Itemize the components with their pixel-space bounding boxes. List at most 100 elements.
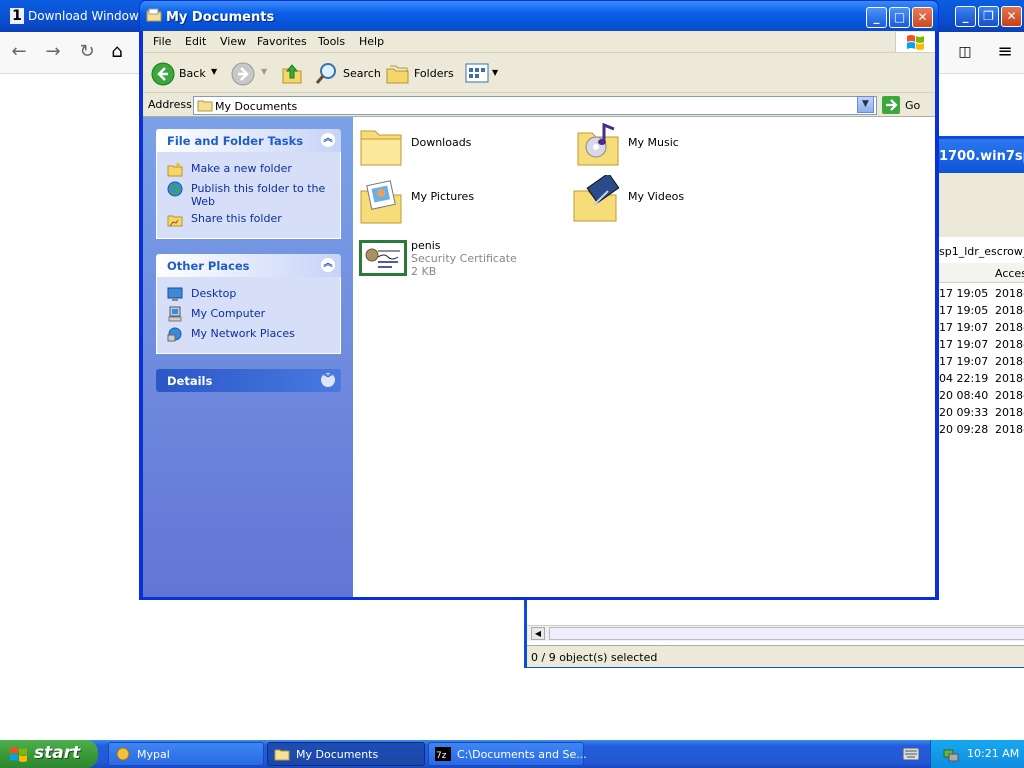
maximize-button[interactable]: □ xyxy=(889,7,910,28)
windows-logo-icon xyxy=(895,32,935,52)
mypal-icon xyxy=(116,747,130,761)
expand-chevron-icon[interactable]: ︾ xyxy=(321,373,335,387)
folder-taskbar-icon xyxy=(274,749,290,761)
table-row[interactable]: 20 09:332018-0 xyxy=(939,406,1024,419)
table-row[interactable]: 17 19:052018-0 xyxy=(939,287,1024,300)
file-item-downloads[interactable]: Downloads xyxy=(359,125,569,175)
views-button[interactable]: ▼ xyxy=(465,63,501,85)
task-make-new-folder[interactable]: Make a new folder xyxy=(167,161,337,177)
file-item-my-music[interactable]: My Music xyxy=(576,122,786,175)
status-bar: 0 / 9 object(s) selected xyxy=(527,645,1024,667)
menu-tools[interactable]: Tools xyxy=(318,35,345,48)
browser-minimize-button[interactable]: _ xyxy=(955,6,976,27)
horizontal-scrollbar[interactable]: ◀ xyxy=(527,625,1024,641)
search-button[interactable]: Search xyxy=(315,61,381,87)
menu-icon[interactable]: ≡ xyxy=(994,41,1016,63)
other-places-header[interactable]: Other Places ︽ xyxy=(156,254,341,277)
taskbar-item-my-documents[interactable]: My Documents xyxy=(267,742,425,766)
taskbar-item-7zip[interactable]: 7z C:\Documents and Se... xyxy=(428,742,587,766)
keyboard-icon[interactable] xyxy=(903,748,919,760)
scroll-thumb[interactable] xyxy=(549,627,1024,640)
minimize-button[interactable]: _ xyxy=(866,7,887,28)
windows-logo-icon xyxy=(10,747,27,762)
folders-button[interactable]: Folders xyxy=(386,61,456,87)
table-row[interactable]: 17 19:072018-0 xyxy=(939,321,1024,334)
new-folder-icon xyxy=(167,162,183,177)
sidebar-icon[interactable]: ◫ xyxy=(954,41,976,63)
menu-file[interactable]: File xyxy=(153,35,171,48)
browser-logo-icon: 1 xyxy=(10,8,24,24)
back-arrow-icon[interactable]: ← xyxy=(8,41,30,63)
share-folder-icon xyxy=(167,215,183,227)
forward-dropdown-icon[interactable]: ▼ xyxy=(261,67,267,76)
collapse-chevron-icon[interactable]: ︽ xyxy=(321,133,335,147)
back-dropdown-icon[interactable]: ▼ xyxy=(211,67,217,76)
table-row[interactable]: 17 19:052018-0 xyxy=(939,304,1024,317)
task-pane: File and Folder Tasks ︽ Make a new folde… xyxy=(143,117,353,597)
folder-icon xyxy=(360,130,402,166)
other-places-panel: Desktop My Computer My Network Places xyxy=(156,277,341,354)
browser-close-button[interactable]: ✕ xyxy=(1001,6,1022,27)
svg-text:7z: 7z xyxy=(436,751,447,761)
home-icon[interactable]: ⌂ xyxy=(106,41,128,63)
content-area: File and Folder Tasks ︽ Make a new folde… xyxy=(143,117,935,597)
views-icon xyxy=(465,63,489,83)
videos-folder-icon xyxy=(573,175,620,222)
task-share-folder[interactable]: Share this folder xyxy=(167,211,337,227)
go-button[interactable]: Go xyxy=(882,96,922,114)
file-folder-tasks-header[interactable]: File and Folder Tasks ︽ xyxy=(156,129,341,152)
network-places-icon xyxy=(167,327,182,342)
menu-help[interactable]: Help xyxy=(359,35,384,48)
details-header[interactable]: Details ︾ xyxy=(156,369,341,392)
taskbar: start Mypal My Documents 7z C:\Documents… xyxy=(0,740,1024,768)
menu-favorites[interactable]: Favorites xyxy=(257,35,307,48)
system-tray: 10:21 AM xyxy=(930,740,1024,768)
music-folder-icon xyxy=(577,122,619,166)
reload-icon[interactable]: ↻ xyxy=(76,41,98,63)
views-dropdown-icon: ▼ xyxy=(492,68,499,77)
up-folder-button[interactable] xyxy=(281,61,303,85)
address-dropdown-icon[interactable]: ▼ xyxy=(857,96,874,113)
background-explorer-path: sp1_ldr_escrow_( xyxy=(939,245,1024,258)
browser-restore-button[interactable]: ❐ xyxy=(978,6,999,27)
table-row[interactable]: 20 09:282018-0 xyxy=(939,423,1024,436)
table-row[interactable]: 17 19:072018-0 xyxy=(939,338,1024,351)
file-item-my-videos[interactable]: My Videos xyxy=(573,175,786,229)
menu-view[interactable]: View xyxy=(220,35,246,48)
forward-button[interactable] xyxy=(231,62,255,86)
place-my-network-places[interactable]: My Network Places xyxy=(167,326,337,342)
start-button[interactable]: start xyxy=(0,740,98,768)
desktop-icon xyxy=(167,287,183,301)
scroll-left-icon[interactable]: ◀ xyxy=(531,627,545,640)
file-item-certificate[interactable]: penis Security Certificate 2 KB xyxy=(359,239,569,283)
pictures-folder-icon xyxy=(360,180,402,224)
place-my-computer[interactable]: My Computer xyxy=(167,306,337,322)
window-titlebar[interactable]: My Documents _ □ ✕ xyxy=(140,1,938,31)
taskbar-item-mypal[interactable]: Mypal xyxy=(108,742,264,766)
certificate-icon xyxy=(359,240,407,276)
address-input[interactable]: My Documents xyxy=(193,96,877,115)
background-explorer-title: 1700.win7sp1 xyxy=(939,149,1024,164)
window-title: My Documents xyxy=(166,10,275,25)
forward-arrow-icon[interactable]: → xyxy=(42,41,64,63)
place-desktop[interactable]: Desktop xyxy=(167,286,337,302)
folders-icon xyxy=(386,65,409,84)
7zip-icon: 7z xyxy=(435,747,451,761)
collapse-chevron-icon[interactable]: ︽ xyxy=(321,258,335,272)
address-value: My Documents xyxy=(215,100,298,113)
menu-edit[interactable]: Edit xyxy=(185,35,206,48)
close-button[interactable]: ✕ xyxy=(912,7,933,28)
table-row[interactable]: 17 19:072018-0 xyxy=(939,355,1024,368)
table-row[interactable]: 20 08:402018-0 xyxy=(939,389,1024,402)
task-publish-folder[interactable]: Publish this folder to the Web xyxy=(167,181,337,209)
network-tray-icon[interactable] xyxy=(943,746,959,762)
table-row[interactable]: 04 22:192018-0 xyxy=(939,372,1024,385)
clock[interactable]: 10:21 AM xyxy=(967,747,1019,760)
search-icon xyxy=(315,63,336,84)
back-button[interactable]: Back ▼ xyxy=(151,61,223,87)
access-column-header[interactable]: Access xyxy=(939,263,1024,283)
back-icon xyxy=(151,62,175,86)
file-item-my-pictures[interactable]: My Pictures xyxy=(359,179,569,229)
globe-icon xyxy=(167,181,183,197)
file-list: Downloads My Music My Pictures My Videos… xyxy=(353,117,935,597)
